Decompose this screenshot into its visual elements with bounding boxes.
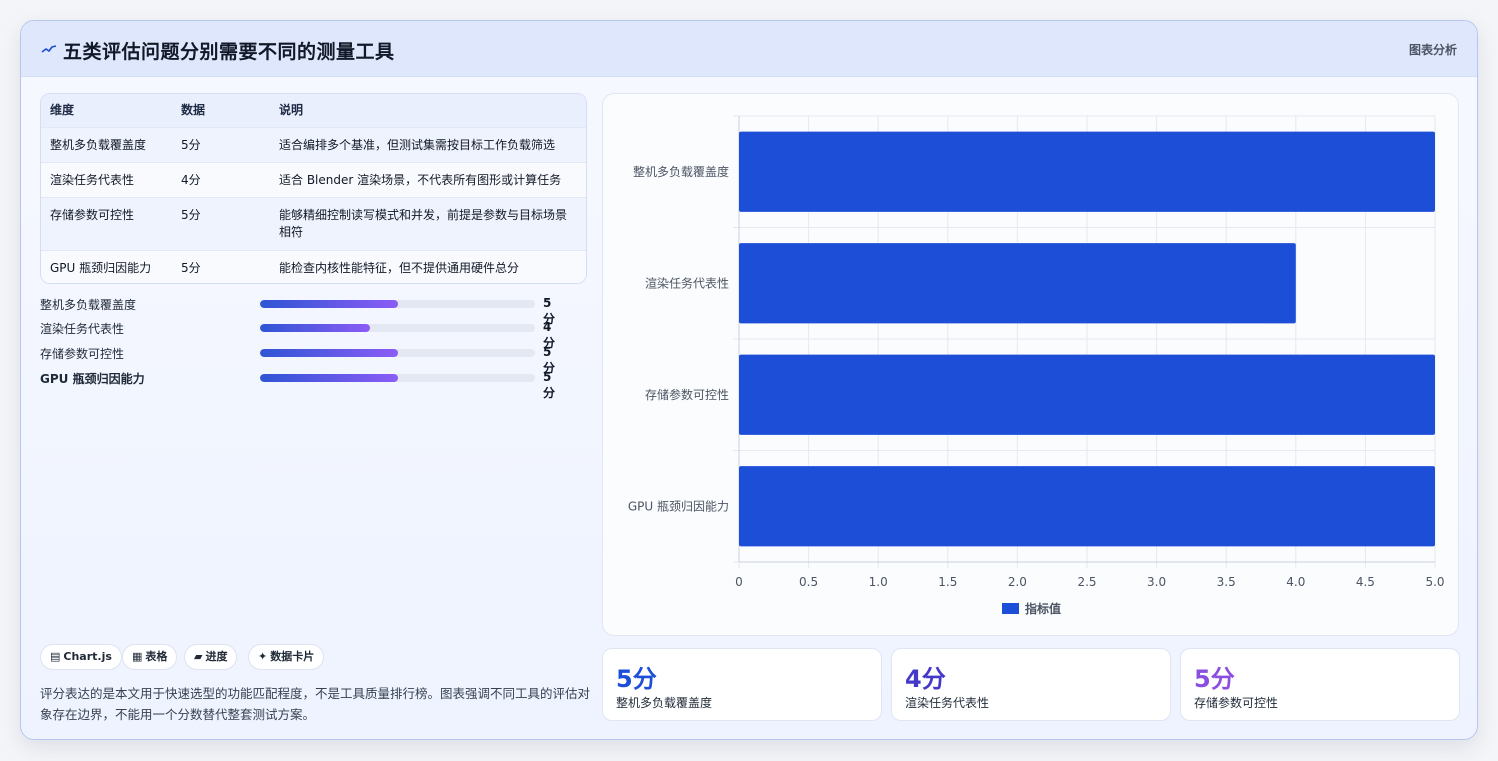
stat-card: 4分 渲染任务代表性	[891, 648, 1171, 721]
chip-progress[interactable]: ▰ 进度	[184, 644, 238, 670]
x-tick-label: 3.5	[1217, 575, 1236, 589]
x-tick-label: 2.0	[1008, 575, 1027, 589]
progress-row: 存储参数可控性 5分	[40, 344, 560, 375]
table-row: GPU 瓶颈归因能力 5分 能检查内核性能特征，但不提供通用硬件总分	[41, 250, 586, 283]
table-cell-score: 5分	[181, 208, 201, 222]
table-cell-score: 5分	[181, 261, 201, 275]
progress-fill	[260, 349, 398, 357]
x-tick-label: 4.0	[1286, 575, 1305, 589]
x-tick-label: 4.5	[1356, 575, 1375, 589]
legend-swatch	[1002, 603, 1019, 614]
x-tick-label: 2.5	[1077, 575, 1096, 589]
page-title: 五类评估问题分别需要不同的测量工具	[63, 41, 395, 63]
chip-label: 进度	[205, 650, 228, 663]
chip-data-card[interactable]: ✦ 数据卡片	[248, 644, 325, 670]
table-header-cell: 维度	[50, 103, 75, 117]
stat-value: 5分	[1194, 665, 1235, 693]
y-tick-label: GPU 瓶颈归因能力	[628, 499, 729, 513]
table-icon: ▦	[132, 650, 143, 663]
y-tick-label: 存储参数可控性	[645, 387, 729, 402]
progress-fill	[260, 324, 370, 332]
progress-track	[260, 300, 535, 308]
y-tick-label: 渲染任务代表性	[645, 275, 729, 290]
progress-fill	[260, 374, 398, 382]
progress-label: 整机多负载覆盖度	[40, 298, 137, 312]
table-cell-dimension: 渲染任务代表性	[50, 173, 135, 187]
stat-value: 5分	[616, 665, 657, 693]
table-cell-score: 5分	[181, 138, 201, 152]
x-tick-label: 1.0	[869, 575, 888, 589]
progress-track	[260, 324, 535, 332]
progress-row: GPU 瓶颈归因能力 5分	[40, 369, 560, 400]
stat-value: 4分	[905, 665, 946, 693]
chart-icon: ▤	[50, 650, 61, 663]
table-cell-description: 适合 Blender 渲染场景，不代表所有图形或计算任务	[279, 173, 562, 187]
table-cell-score: 4分	[181, 173, 201, 187]
progress-label: 渲染任务代表性	[40, 322, 125, 336]
chip-label: 数据卡片	[270, 650, 315, 663]
progress-track	[260, 374, 535, 382]
chart-analysis-card: 五类评估问题分别需要不同的测量工具 图表分析 维度 数据 说明 整机多负载覆盖度…	[20, 20, 1478, 740]
table-cell-description: 能够精细控制读写模式和并发，前提是参数与目标场景相符	[279, 208, 568, 239]
bar-chart: 0 0.5 1.0 1.5 2.0 2.5 3.0 3.5 4.0 4.5 5.0 整机多负载覆盖度渲…	[628, 115, 1445, 616]
progress-label: 存储参数可控性	[40, 347, 125, 361]
x-tick-label: 0	[735, 575, 743, 589]
x-tick-label: 3.0	[1147, 575, 1166, 589]
bar	[739, 354, 1435, 435]
x-tick-label: 5.0	[1425, 575, 1444, 589]
sparkle-icon: ✦	[258, 650, 268, 663]
chip-table[interactable]: ▦ 表格	[122, 644, 178, 670]
legend-label: 指标值	[1025, 601, 1061, 616]
x-tick-label: 1.5	[938, 575, 957, 589]
trend-line-icon	[41, 45, 57, 53]
progress-value: 5分	[543, 370, 556, 400]
stat-label: 存储参数可控性	[1194, 696, 1279, 710]
chip-label: 表格	[145, 650, 168, 663]
table-row: 渲染任务代表性 4分 适合 Blender 渲染场景，不代表所有图形或计算任务	[41, 162, 586, 197]
table-cell-dimension: 整机多负载覆盖度	[50, 138, 147, 152]
table-cell-description: 适合编排多个基准，但测试集需按目标工作负载筛选	[279, 138, 556, 152]
bar	[739, 243, 1296, 324]
table-cell-dimension: 存储参数可控性	[50, 208, 135, 222]
stat-card: 5分 整机多负载覆盖度	[602, 648, 882, 721]
header-tag: 图表分析	[1408, 43, 1457, 57]
stat-card: 5分 存储参数可控性	[1180, 648, 1460, 721]
table-header-row: 维度 数据 说明	[41, 94, 586, 127]
progress-label: GPU 瓶颈归因能力	[40, 372, 145, 386]
bar	[739, 466, 1435, 547]
chip-label: Chart.js	[63, 650, 112, 663]
bar	[739, 131, 1435, 212]
table-cell-dimension: GPU 瓶颈归因能力	[50, 261, 152, 275]
data-table: 维度 数据 说明 整机多负载覆盖度 5分 适合编排多个基准，但测试集需按目标工作…	[40, 93, 587, 284]
note-text: 评分表达的是本文用于快速选型的功能匹配程度，不是工具质量排行榜。图表强调不同工具…	[40, 686, 591, 722]
stat-label: 整机多负载覆盖度	[616, 696, 713, 710]
y-tick-label: 整机多负载覆盖度	[633, 164, 729, 179]
table-row: 整机多负载覆盖度 5分 适合编排多个基准，但测试集需按目标工作负载筛选	[41, 127, 586, 162]
progress-row: 渲染任务代表性 4分	[40, 319, 560, 350]
progress-track	[260, 349, 535, 357]
table-cell-description: 能检查内核性能特征，但不提供通用硬件总分	[279, 261, 520, 275]
progress-row: 整机多负载覆盖度 5分	[40, 295, 560, 326]
table-header-cell: 说明	[279, 103, 304, 117]
table-row: 存储参数可控性 5分 能够精细控制读写模式和并发，前提是参数与目标场景相符	[41, 197, 586, 250]
chip-chartjs[interactable]: ▤ Chart.js	[40, 644, 122, 670]
progress-fill	[260, 300, 398, 308]
table-header-cell: 数据	[181, 103, 206, 117]
bar-chart-card: 0 0.5 1.0 1.5 2.0 2.5 3.0 3.5 4.0 4.5 5.0 整机多负载覆盖度渲…	[602, 93, 1459, 636]
progress-icon: ▰	[194, 650, 203, 663]
stat-label: 渲染任务代表性	[905, 696, 990, 710]
card-header: 五类评估问题分别需要不同的测量工具 图表分析	[21, 21, 1477, 77]
x-tick-label: 0.5	[799, 575, 818, 589]
